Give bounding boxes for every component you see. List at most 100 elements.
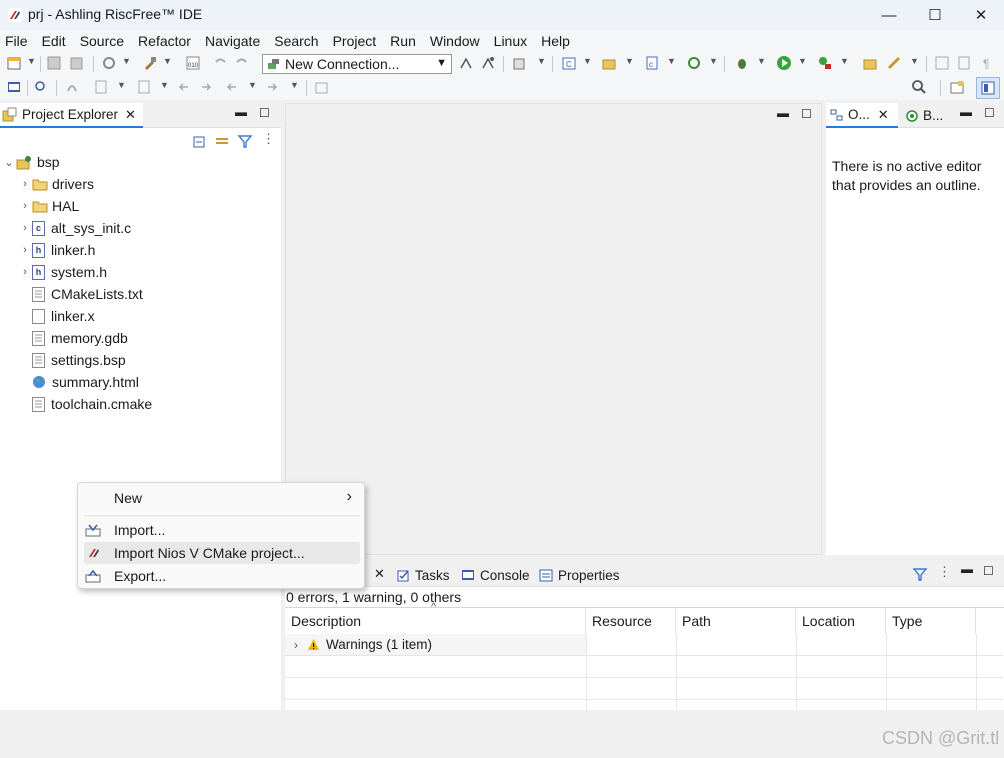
new-class-icon[interactable]: C (561, 55, 577, 71)
open-perspective-button-icon[interactable] (949, 79, 965, 95)
terminal-icon[interactable] (6, 79, 22, 95)
menu-edit[interactable]: Edit (42, 33, 66, 49)
settings-dropdown-icon[interactable]: ▼ (122, 56, 131, 66)
tree-item[interactable]: › h linker.h (18, 239, 95, 261)
save-icon[interactable] (46, 55, 62, 71)
maximize-view-icon[interactable]: ☐ (259, 106, 270, 120)
tree-item[interactable]: settings.bsp (18, 349, 126, 371)
pin-editor-icon[interactable] (314, 79, 330, 95)
minimize-view-icon[interactable]: ▬ (235, 105, 247, 119)
new-icon[interactable] (6, 55, 22, 71)
filter-icon[interactable] (237, 133, 253, 149)
link-editor-icon[interactable] (214, 133, 230, 149)
undo-icon[interactable] (212, 55, 228, 71)
tree-item[interactable]: › h system.h (18, 261, 107, 283)
tree-item[interactable]: summary.html (18, 371, 139, 393)
layout-icon[interactable] (934, 55, 950, 71)
redo-icon[interactable] (234, 55, 250, 71)
table-row[interactable]: › Warnings (1 item) (285, 634, 586, 655)
external-tools-icon[interactable] (817, 55, 833, 71)
search-icon[interactable] (911, 79, 927, 95)
menu-window[interactable]: Window (430, 33, 480, 49)
tree-item[interactable]: › HAL (18, 195, 79, 217)
chevron-down-icon[interactable]: ⌄ (2, 156, 16, 169)
tab-project-explorer[interactable]: Project Explorer ✕ (0, 103, 143, 128)
target-dropdown-icon[interactable]: ▼ (537, 56, 546, 66)
problems-filter-icon[interactable] (912, 566, 928, 582)
tab-build-targets[interactable]: B... (902, 103, 952, 128)
debug-icon[interactable] (734, 55, 750, 71)
column-description[interactable]: Description (285, 608, 586, 634)
menu-refactor[interactable]: Refactor (138, 33, 191, 49)
step-dropdown-icon[interactable]: ▼ (117, 80, 126, 90)
source-dropdown-icon[interactable]: ▼ (667, 56, 676, 66)
class-dropdown-icon[interactable]: ▼ (583, 56, 592, 66)
menu-run[interactable]: Run (390, 33, 416, 49)
minimize-button[interactable]: — (866, 0, 912, 30)
close-outline-icon[interactable]: ✕ (878, 107, 889, 123)
column-resource[interactable]: Resource (586, 608, 676, 634)
tree-item[interactable]: toolchain.cmake (18, 393, 152, 415)
menu-search[interactable]: Search (274, 33, 318, 49)
step-into-icon[interactable] (93, 79, 109, 95)
back-dropdown-icon[interactable]: ▼ (248, 80, 257, 90)
menu-item-import-nios-v[interactable]: Import Nios V CMake project... (84, 542, 360, 564)
outline-maximize-icon[interactable]: ☐ (984, 106, 995, 120)
tab-tasks[interactable]: Tasks (396, 565, 450, 585)
annotation-dropdown-icon[interactable]: ▼ (160, 80, 169, 90)
menu-navigate[interactable]: Navigate (205, 33, 260, 49)
close-problems-tab-icon[interactable]: ✕ (374, 566, 385, 582)
problems-menu-icon[interactable]: ⋮ (938, 564, 951, 580)
bottom-maximize-icon[interactable]: ☐ (983, 564, 994, 578)
chevron-right-icon[interactable]: › (285, 638, 307, 652)
tree-item[interactable]: ⌄ bsp (2, 151, 59, 173)
editor-maximize-icon[interactable]: ☐ (801, 107, 812, 121)
menu-project[interactable]: Project (333, 33, 377, 49)
open-perspective-icon[interactable] (862, 55, 878, 71)
folder-dropdown-icon[interactable]: ▼ (625, 56, 634, 66)
debug-dropdown-icon[interactable]: ▼ (757, 56, 766, 66)
chevron-right-icon[interactable]: › (18, 266, 32, 278)
tree-item[interactable]: linker.x (18, 305, 95, 327)
tree-item[interactable]: › c alt_sys_init.c (18, 217, 131, 239)
menu-source[interactable]: Source (80, 33, 124, 49)
collapse-all-icon[interactable] (192, 133, 208, 149)
refresh-dropdown-icon[interactable]: ▼ (709, 56, 718, 66)
new-source-icon[interactable]: c (644, 55, 660, 71)
menu-item-import[interactable]: Import... (78, 519, 364, 541)
refresh-icon[interactable] (686, 55, 702, 71)
tab-properties[interactable]: Properties (539, 565, 620, 585)
back-icon[interactable] (224, 79, 240, 95)
tools-dropdown-icon[interactable]: ▼ (910, 56, 919, 66)
next-annotation-icon[interactable] (198, 79, 214, 95)
cpp-perspective-button[interactable] (976, 77, 1000, 99)
column-type[interactable]: Type (886, 608, 976, 634)
save-all-icon[interactable] (68, 55, 84, 71)
chevron-right-icon[interactable]: › (18, 178, 32, 190)
search-file-icon[interactable] (33, 79, 49, 95)
binary-icon[interactable]: 010 (185, 55, 201, 71)
external-tools-dropdown-icon[interactable]: ▼ (840, 56, 849, 66)
run-dropdown-icon[interactable]: ▼ (798, 56, 807, 66)
outline-minimize-icon[interactable]: ▬ (960, 105, 972, 119)
menu-help[interactable]: Help (541, 33, 570, 49)
column-location[interactable]: Location (796, 608, 886, 634)
tab-outline[interactable]: O... ✕ (826, 103, 898, 128)
prev-annotation-icon[interactable] (176, 79, 192, 95)
disconnect-icon[interactable] (480, 55, 496, 71)
menu-item-new[interactable]: New › (78, 487, 364, 509)
tree-item[interactable]: CMakeLists.txt (18, 283, 143, 305)
menu-file[interactable]: File (5, 33, 28, 49)
maximize-button[interactable]: ☐ (912, 0, 958, 30)
tab-console[interactable]: Console (461, 565, 530, 585)
new-folder-icon[interactable] (601, 55, 617, 71)
settings-icon[interactable] (101, 55, 117, 71)
editor-minimize-icon[interactable]: ▬ (777, 106, 789, 120)
connect-icon[interactable] (458, 55, 474, 71)
tree-item[interactable]: › drivers (18, 173, 94, 195)
menu-linux[interactable]: Linux (494, 33, 527, 49)
tools-icon[interactable] (886, 55, 902, 71)
list-icon[interactable] (956, 55, 972, 71)
chevron-right-icon[interactable]: › (18, 200, 32, 212)
connection-select[interactable]: New Connection... ▼ (262, 54, 452, 74)
